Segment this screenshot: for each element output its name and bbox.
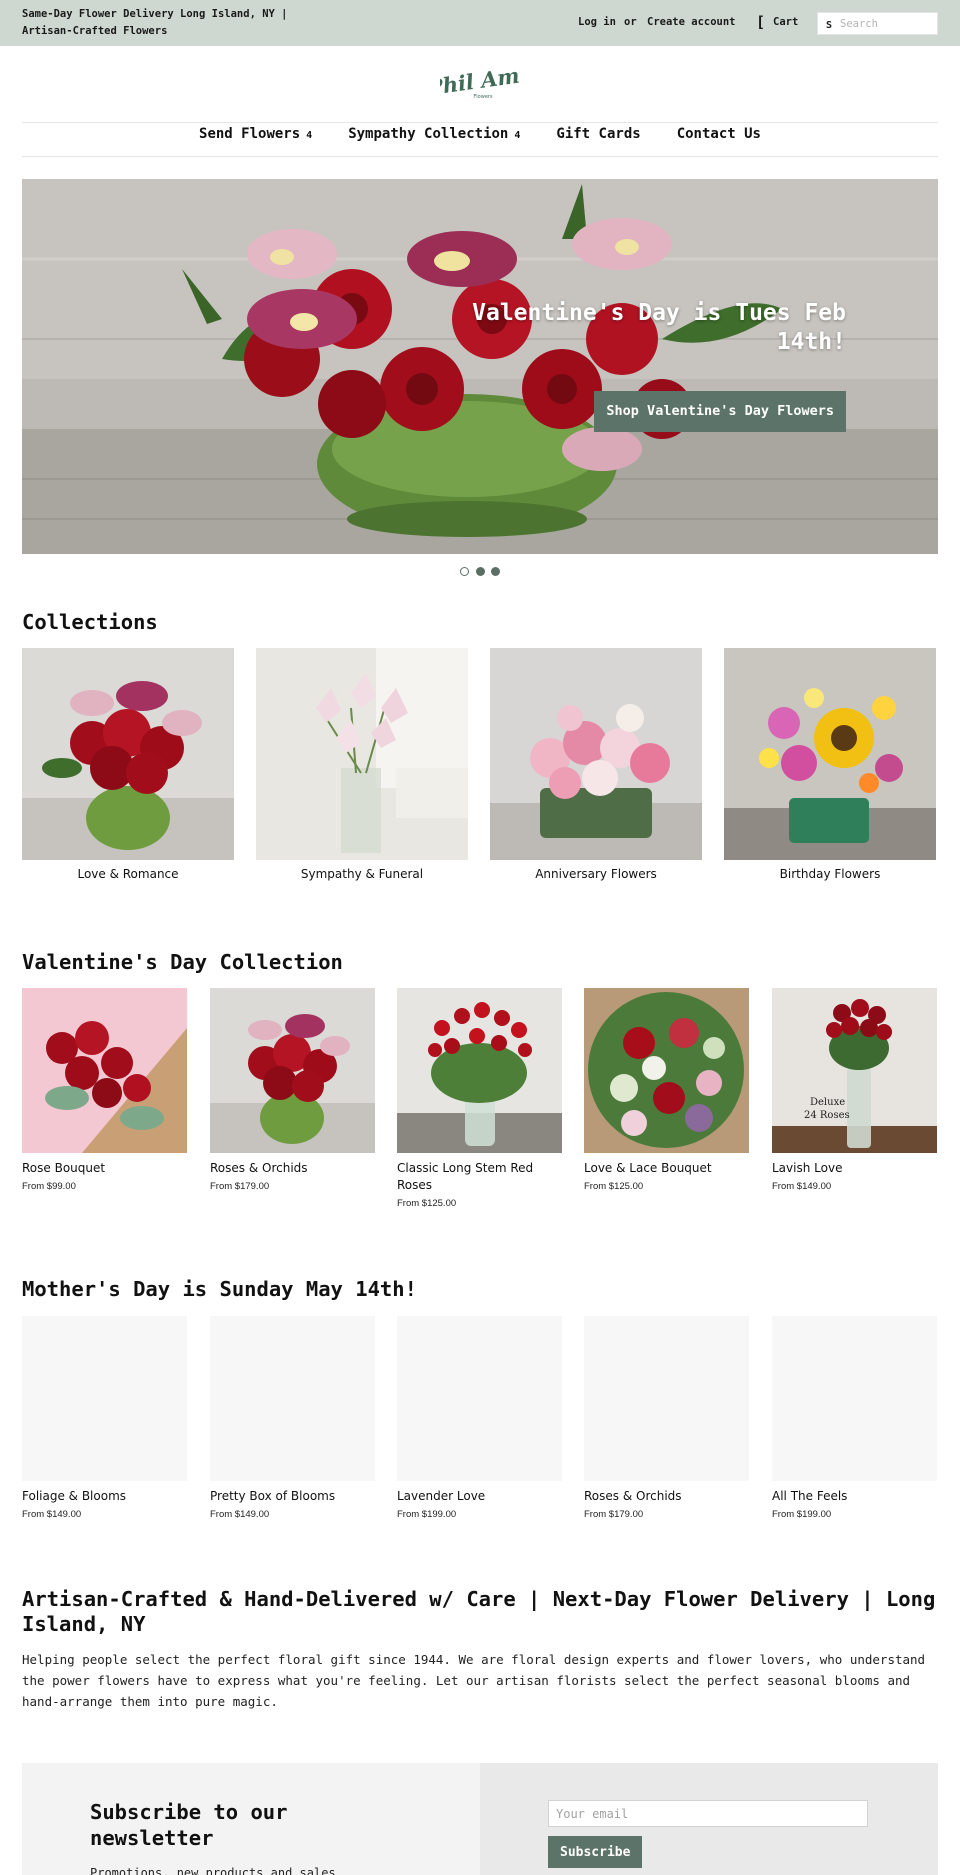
collection-image xyxy=(22,648,234,860)
product-name: Lavender Love xyxy=(397,1489,486,1503)
collections-heading: Collections xyxy=(22,610,158,634)
about-text: Helping people select the perfect floral… xyxy=(22,1652,926,1709)
chevron-down-icon: 4 xyxy=(514,130,521,141)
product-name: Roses & Orchids xyxy=(210,1161,308,1175)
product-name: All The Feels xyxy=(772,1489,848,1503)
product-image xyxy=(397,988,562,1153)
product-price: From $149.00 xyxy=(772,1181,832,1192)
cart-icon[interactable]: [ xyxy=(756,13,765,31)
product-price: From $179.00 xyxy=(584,1509,644,1520)
nav-bottom-divider xyxy=(22,156,938,157)
collection-label: Love & Romance xyxy=(77,867,179,881)
main-nav: Send Flowers 4 Sympathy Collection 4 Gift … xyxy=(0,126,960,152)
collection-label: Birthday Flowers xyxy=(779,867,881,881)
slide-dot-2[interactable] xyxy=(476,567,485,576)
newsletter-heading: Subscribe to our newsletter xyxy=(90,1800,288,1850)
collection-image xyxy=(724,648,936,860)
product-price: From $125.00 xyxy=(584,1181,644,1192)
product-name: Pretty Box of Blooms xyxy=(210,1489,336,1503)
valentines-heading: Valentine's Day Collection xyxy=(22,950,343,974)
product-image-caption: Deluxe xyxy=(810,1097,845,1108)
newsletter-email-input[interactable] xyxy=(548,1800,868,1827)
collection-label: Anniversary Flowers xyxy=(535,867,657,881)
collection-card-love-romance[interactable]: Love & Romance xyxy=(22,648,234,881)
newsletter-form: Subscribe xyxy=(480,1763,938,1875)
nav-label: Sympathy Collection xyxy=(348,126,509,142)
login-link[interactable]: Log in xyxy=(578,16,616,28)
collection-image xyxy=(256,648,468,860)
announcement-bar: Same-Day Flower Delivery Long Island, NY… xyxy=(0,0,960,46)
search-box[interactable]: S xyxy=(817,12,938,35)
product-card-roses-orchids[interactable]: Roses & Orchids From $179.00 xyxy=(210,988,375,1192)
product-price: From $149.00 xyxy=(210,1509,270,1520)
product-card-love-lace[interactable]: Love & Lace Bouquet From $125.00 xyxy=(584,988,749,1192)
product-card-classic-long-stem[interactable]: Classic Long Stem Red Roses From $125.00 xyxy=(397,988,562,1209)
product-image xyxy=(210,988,375,1153)
shop-valentines-button[interactable]: Shop Valentine's Day Flowers xyxy=(594,391,846,432)
product-price: From $99.00 xyxy=(22,1181,76,1192)
chevron-down-icon: 4 xyxy=(306,130,313,141)
create-account-link[interactable]: Create account xyxy=(647,16,736,28)
product-image-placeholder xyxy=(210,1316,375,1481)
slide-dot-3[interactable] xyxy=(491,567,500,576)
nav-contact-us[interactable]: Contact Us xyxy=(677,126,761,152)
product-image-placeholder xyxy=(584,1316,749,1481)
hero-slideshow[interactable]: Valentine's Day is Tues Feb 14th! Shop V… xyxy=(22,179,938,554)
product-name: Foliage & Blooms xyxy=(22,1489,127,1503)
collection-card-sympathy-funeral[interactable]: Sympathy & Funeral xyxy=(256,648,468,881)
product-image-placeholder xyxy=(397,1316,562,1481)
product-card-roses-orchids-md[interactable]: Roses & Orchids From $179.00 xyxy=(584,1316,749,1520)
product-name: Lavish Love xyxy=(772,1161,843,1175)
slideshow-pagination xyxy=(459,567,501,579)
nav-gift-cards[interactable]: Gift Cards xyxy=(556,126,640,152)
product-image xyxy=(22,988,187,1153)
product-image: Deluxe 24 Roses xyxy=(772,988,937,1153)
subscribe-button[interactable]: Subscribe xyxy=(548,1836,643,1868)
mothers-day-heading: Mother's Day is Sunday May 14th! xyxy=(22,1277,417,1301)
product-name: Love & Lace Bouquet xyxy=(584,1161,712,1175)
product-card-all-the-feels[interactable]: All The Feels From $199.00 xyxy=(772,1316,937,1520)
product-card-pretty-box[interactable]: Pretty Box of Blooms From $149.00 xyxy=(210,1316,375,1520)
product-price: From $199.00 xyxy=(397,1509,457,1520)
product-card-foliage-blooms[interactable]: Foliage & Blooms From $149.00 xyxy=(22,1316,187,1520)
newsletter-intro: Subscribe to our newsletter Promotions, … xyxy=(22,1763,480,1875)
nav-label: Send Flowers xyxy=(199,126,301,142)
product-name: Rose Bouquet xyxy=(22,1161,106,1175)
product-price: From $179.00 xyxy=(210,1181,270,1192)
cart-link[interactable]: Cart xyxy=(773,16,798,28)
hero-headline: Valentine's Day is Tues Feb 14th! xyxy=(472,300,846,355)
product-name: Classic Long Stem Red Roses xyxy=(397,1161,534,1192)
product-price: From $125.00 xyxy=(397,1198,457,1209)
nav-top-divider xyxy=(22,122,938,123)
product-card-lavish-love[interactable]: Deluxe 24 Roses Lavish Love From $149.00 xyxy=(772,988,937,1192)
product-image-placeholder xyxy=(772,1316,937,1481)
store-logo[interactable]: Phil Amy Flowers xyxy=(424,61,534,104)
search-icon[interactable]: S xyxy=(826,20,832,31)
product-image-caption: 24 Roses xyxy=(804,1110,850,1121)
login-separator: or xyxy=(624,16,637,28)
collection-card-anniversary[interactable]: Anniversary Flowers xyxy=(490,648,702,881)
collection-label: Sympathy & Funeral xyxy=(300,867,424,881)
nav-sympathy-collection[interactable]: Sympathy Collection 4 xyxy=(348,126,520,152)
product-price: From $149.00 xyxy=(22,1509,82,1520)
product-card-rose-bouquet[interactable]: Rose Bouquet From $99.00 xyxy=(22,988,187,1192)
collection-image xyxy=(490,648,702,860)
newsletter-subtitle: Promotions, new products and sales xyxy=(90,1866,336,1875)
product-image-placeholder xyxy=(22,1316,187,1481)
nav-send-flowers[interactable]: Send Flowers 4 xyxy=(199,126,312,152)
product-name: Roses & Orchids xyxy=(584,1489,682,1503)
hero-image xyxy=(22,179,938,554)
collection-card-birthday[interactable]: Birthday Flowers xyxy=(724,648,936,881)
search-input[interactable] xyxy=(840,15,934,32)
product-price: From $199.00 xyxy=(772,1509,832,1520)
about-heading: Artisan-Crafted & Hand-Delivered w/ Care… xyxy=(22,1587,936,1636)
store-tagline: Same-Day Flower Delivery Long Island, NY… xyxy=(22,8,288,37)
product-image xyxy=(584,988,749,1153)
logo-subtext: Flowers xyxy=(473,94,493,100)
slide-dot-1[interactable] xyxy=(460,567,469,576)
product-card-lavender-love[interactable]: Lavender Love From $199.00 xyxy=(397,1316,562,1520)
